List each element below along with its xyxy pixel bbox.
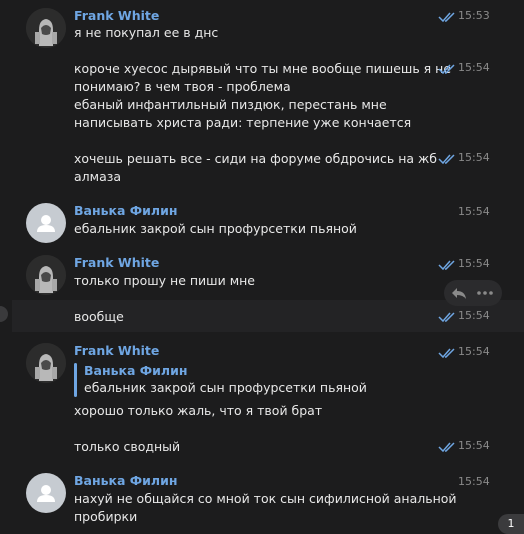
reply-quote-text[interactable]: ебальник закрой сын профурсетки пьяной — [84, 379, 367, 397]
message-time: 15:54 — [458, 475, 490, 488]
message-text-line: написывать христа ради: терпение уже кон… — [74, 115, 412, 130]
message-time: 15:54 — [458, 151, 490, 164]
sender-name[interactable]: Frank White — [74, 255, 159, 271]
message-text: хорошо только жаль, что я твой брат — [74, 403, 323, 418]
sender-name[interactable]: Frank White — [74, 8, 159, 24]
message-text: ебальник закрой сын профурсетки пьяной — [74, 221, 357, 236]
message-actions — [444, 280, 502, 306]
avatar[interactable] — [26, 203, 66, 243]
message-text-line: пробирки — [74, 509, 138, 524]
unread-badge[interactable]: 1 — [498, 514, 524, 534]
message-text: я не покупал ее в днс — [74, 25, 219, 40]
sender-name[interactable]: Ванька Филин — [74, 203, 177, 219]
message-time: 15:54 — [458, 439, 490, 452]
double-check-icon — [438, 260, 455, 271]
avatar[interactable] — [26, 8, 66, 48]
double-check-icon — [438, 442, 455, 453]
message-time: 15:54 — [458, 345, 490, 358]
avatar[interactable] — [26, 255, 66, 295]
select-message-checkbox[interactable] — [0, 306, 8, 322]
message-time: 15:54 — [458, 205, 490, 218]
double-check-icon — [438, 154, 455, 165]
double-check-icon — [438, 64, 455, 75]
message-text-line: понимаю? в чем твоя - проблема — [74, 79, 291, 94]
user-placeholder-icon — [37, 485, 55, 502]
sender-name[interactable]: Ванька Филин — [74, 473, 177, 489]
double-check-icon — [438, 312, 455, 323]
reply-quote-bar — [74, 363, 77, 397]
message-time: 15:54 — [458, 309, 490, 322]
double-check-icon — [438, 12, 455, 23]
more-icon[interactable] — [476, 290, 494, 296]
avatar[interactable] — [26, 473, 66, 513]
message-time: 15:53 — [458, 9, 490, 22]
message-text-line: хочешь решать все - сиди на форуме обдро… — [74, 151, 438, 166]
user-placeholder-icon — [37, 215, 55, 232]
message-text-line: короче хуесос дырявый что ты мне вообще … — [74, 61, 452, 76]
message-text-line: нахуй не общайся со мной ток сын сифилис… — [74, 491, 457, 506]
message-time: 15:54 — [458, 61, 490, 74]
sender-name[interactable]: Frank White — [74, 343, 159, 359]
message-text: только сводный — [74, 439, 181, 454]
reply-quote-sender[interactable]: Ванька Филин — [84, 363, 187, 379]
message-text-line: алмаза — [74, 169, 122, 184]
message-text: вообще — [74, 309, 124, 324]
message-text-line: ебаный инфантильный пиздюк, перестань мн… — [74, 97, 387, 112]
reply-icon[interactable] — [450, 285, 468, 301]
message-text: только прошу не пиши мне — [74, 273, 255, 288]
hoodie-avatar-icon — [26, 255, 66, 295]
double-check-icon — [438, 348, 455, 359]
message-time: 15:54 — [458, 257, 490, 270]
avatar[interactable] — [26, 343, 66, 383]
hoodie-avatar-icon — [26, 343, 66, 383]
hoodie-avatar-icon — [26, 8, 66, 48]
